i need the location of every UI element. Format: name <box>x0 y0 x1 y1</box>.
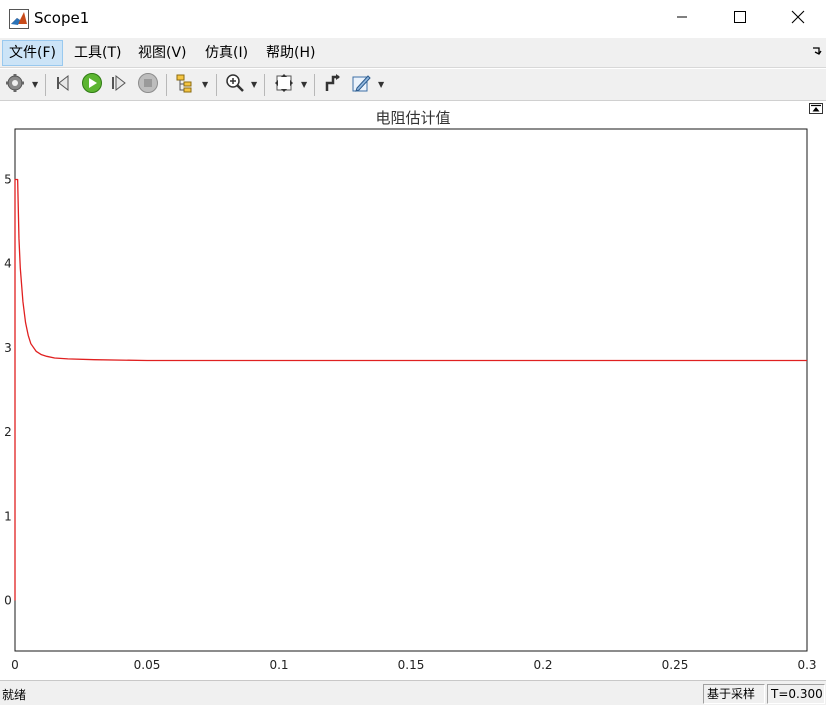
style-edit-button[interactable] <box>350 74 372 96</box>
cursor-measurements-icon <box>323 73 343 97</box>
y-tick-label: 0 <box>4 593 12 607</box>
menu-tools[interactable]: 工具(T) <box>68 40 127 66</box>
toolbar-separator <box>264 74 265 96</box>
window-title: Scope1 <box>34 9 90 27</box>
x-tick-label: 0 <box>11 658 19 672</box>
restore-layout-icon[interactable] <box>809 103 823 114</box>
status-text: 就绪 <box>2 688 27 702</box>
chevron-down-icon[interactable]: ▼ <box>251 81 259 89</box>
plot-canvas[interactable]: 0 0.05 0.1 0.15 0.2 0.25 0.3 0 1 2 3 4 5 <box>0 101 826 680</box>
x-tick-label: 0.05 <box>134 658 161 672</box>
menu-file[interactable]: 文件(F) <box>2 40 63 66</box>
x-tick-label: 0.15 <box>398 658 425 672</box>
cursor-measurements-button[interactable] <box>322 74 344 96</box>
minimize-button[interactable] <box>653 0 711 38</box>
y-tick-label: 1 <box>4 509 12 523</box>
run-icon <box>81 72 103 98</box>
y-tick-label: 4 <box>4 257 12 271</box>
chevron-down-icon[interactable]: ▼ <box>32 81 40 89</box>
y-tick-label: 5 <box>4 173 12 187</box>
fit-to-view-icon <box>274 73 294 97</box>
y-tick-label: 3 <box>4 341 12 355</box>
toolbar: ▼ ▼ ▼ ▼ ▼ <box>0 69 826 101</box>
settings-button[interactable] <box>4 74 26 96</box>
status-bar: 就绪 基于采样 T=0.300 <box>0 680 826 705</box>
x-tick-label: 0.25 <box>662 658 689 672</box>
plot-background <box>15 129 807 651</box>
stop-button[interactable] <box>137 72 159 98</box>
gear-icon <box>5 73 25 97</box>
zoom-in-button[interactable] <box>224 74 246 96</box>
step-back-icon <box>54 73 74 97</box>
matlab-logo-icon <box>9 9 29 29</box>
run-button[interactable] <box>81 72 103 98</box>
style-edit-icon <box>351 73 371 97</box>
x-tick-label: 0.3 <box>797 658 816 672</box>
step-forward-icon <box>110 73 130 97</box>
toolbar-separator <box>314 74 315 96</box>
step-back-button[interactable] <box>53 74 75 96</box>
menu-view[interactable]: 视图(V) <box>132 40 193 66</box>
close-icon <box>791 10 805 28</box>
maximize-button[interactable] <box>711 0 769 38</box>
simulation-time: T=0.300 <box>767 684 825 704</box>
title-bar: Scope1 <box>0 0 826 38</box>
toolbar-separator <box>216 74 217 96</box>
step-forward-button[interactable] <box>109 74 131 96</box>
x-tick-label: 0.1 <box>269 658 288 672</box>
menu-help[interactable]: 帮助(H) <box>260 40 321 66</box>
plot-title: 电阻估计值 <box>375 109 451 127</box>
sample-mode-indicator: 基于采样 <box>703 684 765 704</box>
zoom-in-icon <box>225 73 245 97</box>
minimize-icon <box>676 11 688 27</box>
fit-to-view-button[interactable] <box>273 74 295 96</box>
scope-figure: 0 0.05 0.1 0.15 0.2 0.25 0.3 0 1 2 3 4 5 电阻估计值 <box>0 101 826 680</box>
toolbar-separator <box>166 74 167 96</box>
chevron-down-icon[interactable]: ▼ <box>301 81 309 89</box>
x-tick-label: 0.2 <box>533 658 552 672</box>
chevron-down-icon[interactable]: ▼ <box>378 81 386 89</box>
close-button[interactable] <box>769 0 826 38</box>
signal-hierarchy-icon <box>175 73 195 97</box>
menu-bar: 文件(F) 工具(T) 视图(V) 仿真(I) 帮助(H) <box>0 38 826 68</box>
y-tick-label: 2 <box>4 425 12 439</box>
signal-hierarchy-button[interactable] <box>174 74 196 96</box>
toolbar-separator <box>45 74 46 96</box>
maximize-icon <box>734 11 746 27</box>
undock-arrow-icon[interactable] <box>812 46 822 59</box>
menu-simulation[interactable]: 仿真(I) <box>199 40 254 66</box>
stop-icon <box>137 72 159 98</box>
chevron-down-icon[interactable]: ▼ <box>202 81 210 89</box>
